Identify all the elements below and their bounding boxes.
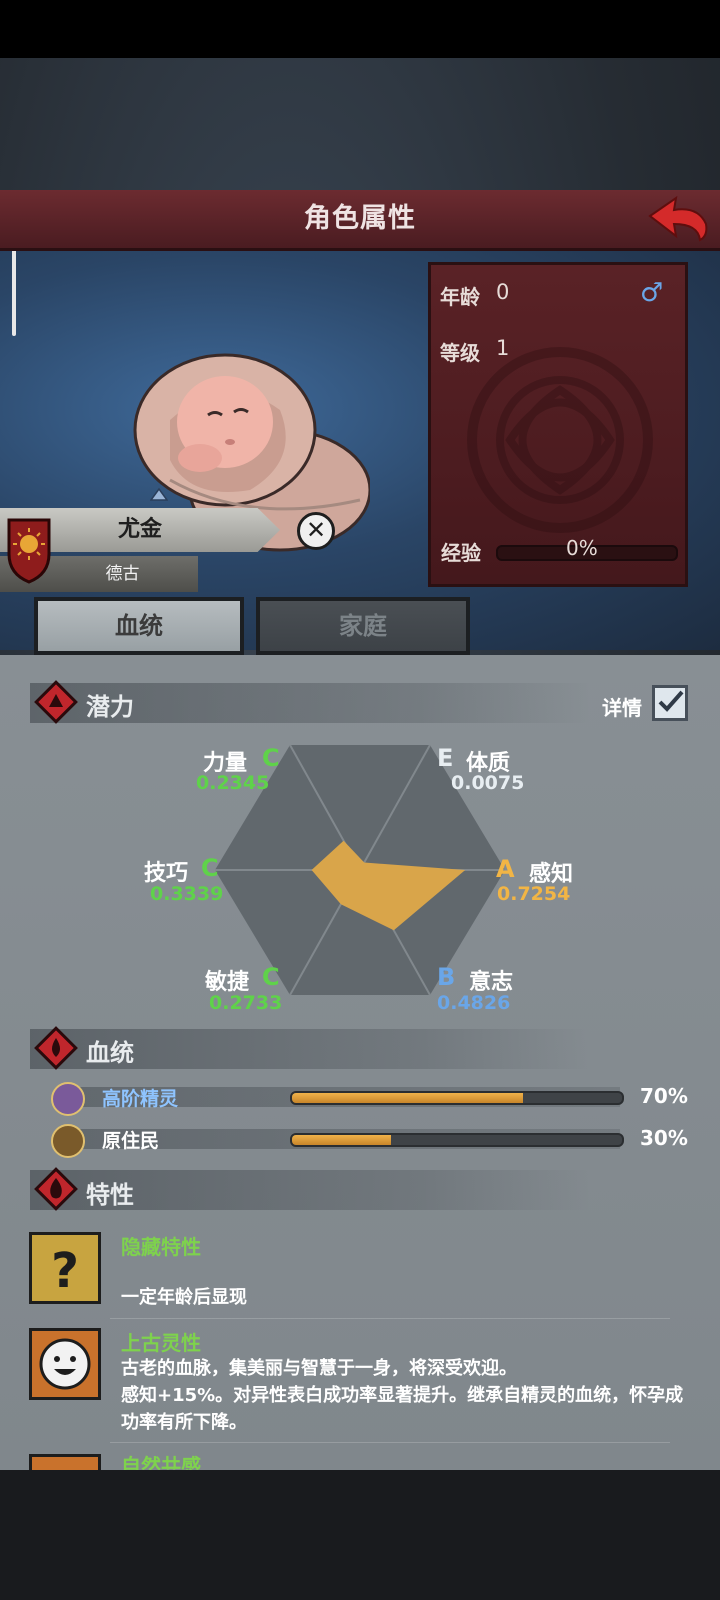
checkmark-icon bbox=[658, 690, 684, 712]
back-button[interactable] bbox=[646, 194, 710, 244]
age-label: 年龄 bbox=[440, 285, 480, 309]
attr-strength-value: 0.2345 bbox=[196, 772, 270, 794]
potential-icon bbox=[34, 680, 78, 724]
smiley-icon[interactable] bbox=[29, 1328, 101, 1400]
traits-title: 特性 bbox=[86, 1181, 134, 1209]
rank-icon bbox=[150, 487, 168, 501]
tab-bloodline[interactable]: 血统 bbox=[34, 597, 244, 655]
bloodline-name: 高阶精灵 bbox=[102, 1088, 179, 1110]
trait-description-line3: 功率有所下降。 bbox=[121, 1412, 247, 1433]
trait-name: 上古灵性 bbox=[121, 1331, 201, 1355]
bloodline-percent: 70% bbox=[640, 1084, 688, 1108]
elf-icon bbox=[51, 1082, 85, 1116]
bloodline-percent: 30% bbox=[640, 1126, 688, 1150]
blood-drop-icon bbox=[34, 1026, 78, 1070]
smiley-icon[interactable] bbox=[29, 1454, 101, 1470]
trait-description-line1: 古老的血脉，集美丽与智慧于一身，将深受欢迎。 bbox=[121, 1358, 517, 1379]
exp-value: 0% bbox=[566, 536, 598, 560]
detail-checkbox[interactable] bbox=[652, 685, 688, 721]
exp-label: 经验 bbox=[441, 541, 481, 565]
age-value: 0 bbox=[496, 280, 510, 304]
attr-skill-grade: C bbox=[201, 854, 219, 882]
potential-title: 潜力 bbox=[86, 693, 134, 721]
status-bar bbox=[0, 0, 720, 58]
trait-description: 一定年龄后显现 bbox=[121, 1287, 247, 1308]
dismiss-button[interactable]: ✕ bbox=[297, 512, 335, 550]
level-value: 1 bbox=[496, 336, 510, 360]
tab-family[interactable]: 家庭 bbox=[256, 597, 470, 655]
bloodline-title: 血统 bbox=[86, 1039, 134, 1067]
flame-icon bbox=[34, 1167, 78, 1211]
svg-text:?: ? bbox=[51, 1243, 79, 1299]
celtic-knot-icon bbox=[467, 347, 653, 533]
bloodline-bar bbox=[290, 1133, 624, 1147]
level-label: 等级 bbox=[440, 341, 480, 365]
attr-perception-value: 0.7254 bbox=[497, 883, 571, 905]
page-title: 角色属性 bbox=[304, 203, 416, 234]
trait-name: 自然共感 bbox=[121, 1454, 201, 1470]
attr-will-value: 0.4826 bbox=[437, 992, 511, 1014]
attr-agility-value: 0.2733 bbox=[209, 992, 283, 1014]
trait-name: 隐藏特性 bbox=[121, 1235, 201, 1259]
bloodline-bar-fill bbox=[292, 1135, 391, 1145]
clan-crest-icon[interactable] bbox=[6, 516, 52, 584]
trait-divider bbox=[110, 1442, 670, 1443]
title-bar: 角色属性 bbox=[0, 190, 720, 251]
bloodline-bar-fill bbox=[292, 1093, 523, 1103]
trait-description-line2: 感知+15%。对异性表白成功率显著提升。继承自精灵的血统，怀孕成 bbox=[121, 1385, 684, 1406]
back-arrow-icon bbox=[648, 195, 708, 242]
trait-divider bbox=[110, 1318, 670, 1319]
question-icon[interactable]: ? bbox=[29, 1232, 101, 1304]
leaf-icon bbox=[51, 1124, 85, 1158]
bloodline-bar bbox=[290, 1091, 624, 1105]
bloodline-name: 原住民 bbox=[102, 1130, 160, 1152]
trait-row-clipped: 自然共感 bbox=[0, 1448, 720, 1470]
attr-strength-grade: C bbox=[262, 744, 280, 772]
detail-label: 详情 bbox=[602, 696, 642, 720]
attr-skill-value: 0.3339 bbox=[150, 883, 224, 905]
male-gender-icon: ♂ bbox=[640, 278, 664, 308]
attr-constitution-value: 0.0075 bbox=[451, 772, 525, 794]
attr-will-grade: B bbox=[437, 963, 456, 991]
navigation-bar bbox=[0, 1470, 720, 1600]
attr-perception-grade: A bbox=[496, 855, 515, 883]
attr-agility-grade: C bbox=[262, 963, 280, 991]
attr-constitution-grade: E bbox=[437, 744, 454, 772]
close-icon: ✕ bbox=[305, 516, 327, 544]
